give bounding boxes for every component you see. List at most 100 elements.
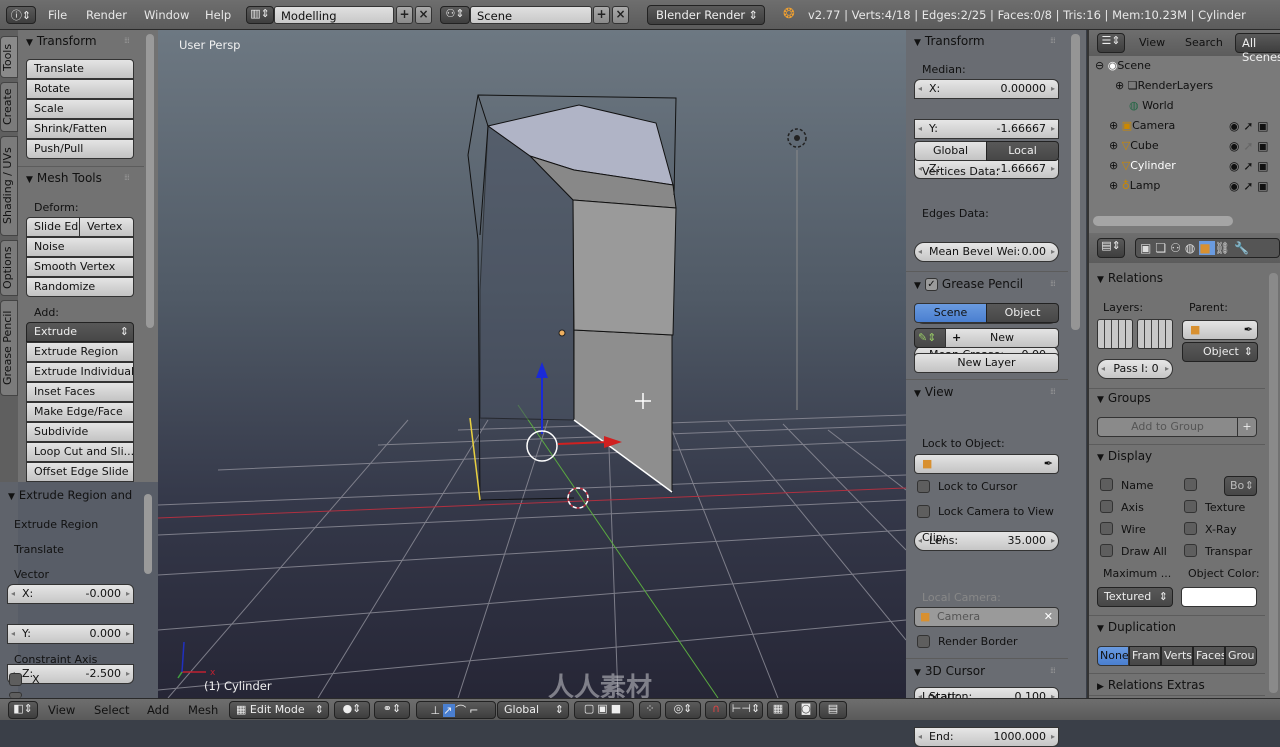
outliner-view-menu[interactable]: View — [1139, 36, 1165, 49]
screen-layout-selector[interactable]: ▥⇕ — [246, 6, 274, 24]
outliner-h-scrollbar[interactable] — [1093, 216, 1233, 226]
add-group-plus-button[interactable]: + — [1237, 417, 1257, 437]
outliner-item-lamp[interactable]: ⊕ ♁Lamp — [1109, 176, 1160, 196]
select-arrow-icon[interactable]: ➚ — [1243, 139, 1253, 153]
tab-tools[interactable]: Tools — [0, 36, 18, 78]
rotate-manipulator-icon[interactable]: ⌒ — [455, 704, 469, 717]
display-draw-all-checkbox[interactable] — [1100, 544, 1113, 557]
viewport-shading-dropdown[interactable]: ●⇕ — [334, 701, 370, 719]
median-y-field[interactable]: Y: -1.66667 — [914, 119, 1059, 139]
relations-extras-panel-header[interactable]: ▶ Relations Extras — [1089, 674, 1249, 696]
clip-end-field[interactable]: End: 1000.000 — [914, 727, 1059, 747]
outliner-item-cube[interactable]: ⊕ ▽Cube — [1109, 136, 1159, 156]
scale-button[interactable]: Scale — [26, 99, 134, 119]
add-scene-button[interactable]: + — [593, 6, 610, 24]
drag-grip-icon[interactable]: ⁞⁞⁞ — [1050, 279, 1056, 288]
snap-toggle[interactable]: ∩ — [705, 701, 727, 719]
screen-layout-field[interactable]: Modelling — [274, 6, 394, 24]
drag-grip-icon[interactable]: ⁞⁞⁞ — [1050, 36, 1056, 45]
gp-object-toggle[interactable]: Object — [986, 303, 1059, 323]
limit-selection-button[interactable]: ⁘ — [639, 701, 661, 719]
make-edge-face-button[interactable]: Make Edge/Face — [26, 402, 134, 422]
properties-scrollbar[interactable] — [1269, 273, 1278, 693]
translate-button[interactable]: Translate — [26, 59, 134, 79]
add-to-group-button[interactable]: Add to Group — [1097, 417, 1238, 437]
render-tab-icon[interactable]: ▣ — [1140, 241, 1155, 255]
groups-panel-header[interactable]: ▼ Groups — [1089, 387, 1249, 409]
outliner-display-mode[interactable]: All Scenes — [1235, 33, 1280, 64]
outliner-item-scene[interactable]: ⊖ ◉Scene — [1095, 56, 1151, 76]
operator-scrollbar[interactable] — [144, 494, 152, 574]
menu-file[interactable]: File — [48, 8, 67, 22]
proportional-edit-dropdown[interactable]: ◎⇕ — [665, 701, 701, 719]
menu-add[interactable]: Add — [147, 703, 169, 717]
lock-cursor-checkbox[interactable] — [917, 480, 930, 493]
parent-type-dropdown[interactable]: Object ⇕ — [1182, 342, 1258, 362]
inset-faces-button[interactable]: Inset Faces — [26, 382, 134, 402]
expand-icon[interactable]: ⊕ — [1109, 179, 1118, 192]
extrude-dropdown[interactable]: Extrude ⇕ — [26, 322, 134, 342]
tab-shading-uvs[interactable]: Shading / UVs — [0, 136, 18, 236]
expand-icon[interactable]: ⊕ — [1109, 119, 1118, 132]
median-x-field[interactable]: X: 0.00000 — [914, 79, 1059, 99]
grease-pencil-panel-header[interactable]: ▼ ✓ Grease Pencil — [906, 273, 1056, 295]
mode-dropdown[interactable]: ▦ Edit Mode ⇕ — [229, 701, 329, 719]
menu-select[interactable]: Select — [94, 703, 129, 717]
display-texture-checkbox[interactable] — [1184, 500, 1197, 513]
gp-new-button[interactable]: + New — [945, 328, 1059, 348]
pass-index-field[interactable]: Pass I: 0 — [1097, 359, 1173, 379]
modifiers-tab-icon[interactable]: 🔧 — [1234, 241, 1253, 255]
tab-options[interactable]: Options — [0, 240, 18, 296]
editor-type-button[interactable]: ▤⇕ — [1097, 238, 1125, 258]
dup-none-option[interactable]: None — [1097, 646, 1129, 666]
drag-grip-icon[interactable]: ⁞⁞⁞ — [124, 173, 130, 182]
tool-shelf-scrollbar[interactable] — [146, 34, 154, 328]
vector-z-field[interactable]: Z:-2.500 — [7, 664, 134, 684]
grease-pencil-checkbox[interactable]: ✓ — [924, 278, 938, 291]
pivot-point-dropdown[interactable]: ⚭⇕ — [374, 701, 410, 719]
dup-group-option[interactable]: Grou — [1225, 646, 1257, 666]
noise-button[interactable]: Noise — [26, 237, 134, 257]
constraints-tab-icon[interactable]: ⛓ — [1215, 241, 1234, 255]
layers-grid-2[interactable] — [1137, 319, 1173, 349]
eyedropper-icon[interactable]: ✒ — [1244, 321, 1253, 339]
menu-window[interactable]: Window — [144, 8, 189, 22]
editor-type-button[interactable]: ⓘ⇕ — [6, 6, 36, 24]
object-color-swatch[interactable] — [1181, 587, 1257, 607]
outliner-item-cylinder[interactable]: ⊕ ▽Cylinder — [1109, 156, 1176, 176]
select-arrow-icon[interactable]: ➚ — [1243, 159, 1253, 173]
parent-field[interactable]: ■ ✒ — [1182, 320, 1258, 340]
editor-type-button[interactable]: ☰⇕ — [1097, 33, 1125, 53]
display-panel-header[interactable]: ▼ Display — [1089, 445, 1249, 467]
face-select-icon[interactable]: ■ — [611, 702, 624, 715]
gp-new-layer-button[interactable]: New Layer — [914, 353, 1059, 373]
render-camera-icon[interactable]: ▣ — [1257, 159, 1268, 173]
expand-icon[interactable]: ⊕ — [1109, 159, 1118, 172]
visibility-eye-icon[interactable]: ◉ — [1229, 179, 1239, 193]
transform-orientation-dropdown[interactable]: Global ⇕ — [497, 701, 569, 719]
gp-datablock-browse[interactable]: ✎⇕ — [914, 328, 946, 348]
render-opengl-button[interactable]: ◙ — [795, 701, 817, 719]
duplication-panel-header[interactable]: ▼ Duplication — [1089, 616, 1249, 638]
visibility-eye-icon[interactable]: ◉ — [1229, 139, 1239, 153]
push-pull-button[interactable]: Push/Pull — [26, 139, 134, 159]
lock-object-field[interactable]: ■ ✒ — [914, 454, 1059, 474]
extrude-individual-button[interactable]: Extrude Individual — [26, 362, 134, 382]
display-name-checkbox[interactable] — [1100, 478, 1113, 491]
outliner-item-world[interactable]: ◍ World — [1129, 96, 1174, 116]
render-camera-icon[interactable]: ▣ — [1257, 119, 1268, 133]
bounds-type-dropdown[interactable]: Bo ⇕ — [1224, 476, 1257, 496]
clear-icon[interactable]: ✕ — [1044, 608, 1053, 626]
layers-grid-1[interactable] — [1097, 319, 1133, 349]
display-axis-checkbox[interactable] — [1100, 500, 1113, 513]
snap-element-dropdown[interactable]: ⊢⊣⇕ — [729, 701, 763, 719]
vector-x-field[interactable]: X: -0.000 — [7, 584, 134, 604]
render-camera-icon[interactable]: ▣ — [1257, 179, 1268, 193]
menu-help[interactable]: Help — [205, 8, 231, 22]
delete-layout-button[interactable]: × — [415, 6, 432, 24]
gp-scene-toggle[interactable]: Scene — [914, 303, 987, 323]
editor-type-button[interactable]: ◧⇕ — [8, 701, 38, 719]
select-mode-buttons[interactable]: ▢▣■ — [574, 701, 634, 719]
randomize-button[interactable]: Randomize — [26, 277, 134, 297]
display-wire-checkbox[interactable] — [1100, 522, 1113, 535]
